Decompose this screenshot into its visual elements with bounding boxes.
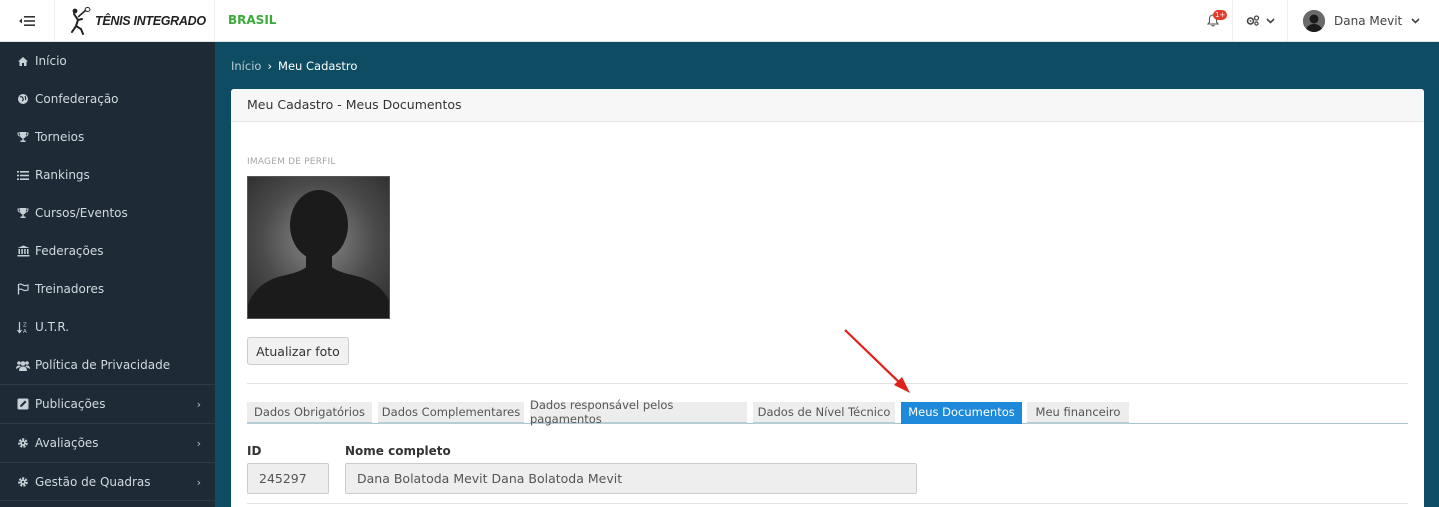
sidebar-item-label: Federações xyxy=(35,244,104,258)
edit-icon xyxy=(16,397,30,411)
flag-icon xyxy=(16,282,30,296)
sidebar-item-label: Avaliações xyxy=(35,436,99,450)
gear-icon xyxy=(16,436,30,450)
sidebar-item-avaliacoes[interactable]: Avaliações › xyxy=(0,424,215,462)
sidebar: Início Confederação Torneios Rankings Cu… xyxy=(0,42,215,507)
trophy-icon xyxy=(16,206,30,220)
top-bar: TÊNIS INTEGRADO BRASIL 1+ Dana Mevit xyxy=(0,0,1439,42)
breadcrumb-separator: › xyxy=(267,59,273,73)
trophy-icon xyxy=(16,130,30,144)
settings-dropdown[interactable] xyxy=(1232,0,1288,41)
breadcrumb-current: Meu Cadastro xyxy=(278,59,358,73)
profile-card: Meu Cadastro - Meus Documentos IMAGEM DE… xyxy=(231,89,1424,507)
sidebar-item-torneios[interactable]: Torneios xyxy=(0,118,215,156)
globe-icon xyxy=(16,92,30,106)
id-label: ID xyxy=(247,444,262,458)
tab-bar: Dados Obrigatórios Dados Complementares … xyxy=(247,398,1408,426)
full-name-field[interactable]: Dana Bolatoda Mevit Dana Bolatoda Mevit xyxy=(345,463,917,494)
tab-dados-obrigatorios[interactable]: Dados Obrigatórios xyxy=(247,402,372,424)
tennis-player-icon xyxy=(71,6,91,35)
sidebar-item-label: Rankings xyxy=(35,168,90,182)
full-name-label: Nome completo xyxy=(345,444,451,458)
tab-meus-documentos[interactable]: Meus Documentos xyxy=(901,402,1022,424)
chevron-right-icon: › xyxy=(196,436,201,450)
sidebar-item-cursos-eventos[interactable]: Cursos/Eventos xyxy=(0,194,215,232)
chevron-down-icon xyxy=(1265,17,1275,24)
institution-icon xyxy=(16,244,30,258)
breadcrumb-home-link[interactable]: Início xyxy=(231,59,261,73)
annotation-arrow-icon xyxy=(844,329,910,393)
avatar xyxy=(1303,9,1325,32)
sidebar-item-label: Treinadores xyxy=(35,282,105,296)
brand-logo[interactable]: TÊNIS INTEGRADO xyxy=(55,0,215,41)
sidebar-item-label: Política de Privacidade xyxy=(35,358,171,372)
country-label[interactable]: BRASIL xyxy=(228,13,276,27)
sidebar-item-label: Início xyxy=(35,54,67,68)
sidebar-item-rankings[interactable]: Rankings xyxy=(0,156,215,194)
page-title: Meu Cadastro - Meus Documentos xyxy=(231,89,1424,122)
gears-icon xyxy=(1246,15,1259,26)
sidebar-item-publicacoes[interactable]: Publicações › xyxy=(0,385,215,423)
divider xyxy=(247,503,1408,504)
gear-icon xyxy=(16,475,30,489)
sort-alpha-icon: ZA xyxy=(16,320,30,334)
tab-meu-financeiro[interactable]: Meu financeiro xyxy=(1027,402,1129,424)
divider xyxy=(247,383,1408,384)
id-field[interactable]: 245297 xyxy=(247,463,329,494)
sidebar-item-label: Torneios xyxy=(35,130,85,144)
svg-text:Z: Z xyxy=(23,322,27,328)
tab-dados-complementares[interactable]: Dados Complementares xyxy=(378,402,524,424)
sidebar-item-label: Cursos/Eventos xyxy=(35,206,128,220)
sidebar-item-gestao-quadras[interactable]: Gestão de Quadras › xyxy=(0,463,215,501)
menu-collapse-icon xyxy=(19,15,35,26)
sidebar-item-inicio[interactable]: Início xyxy=(0,42,215,80)
sidebar-item-federacoes[interactable]: Federações xyxy=(0,232,215,270)
users-icon xyxy=(16,358,30,372)
update-photo-button[interactable]: Atualizar foto xyxy=(247,337,349,365)
sidebar-item-utr[interactable]: ZA U.T.R. xyxy=(0,308,215,346)
sidebar-item-label: U.T.R. xyxy=(35,320,70,334)
chevron-right-icon: › xyxy=(196,397,201,411)
home-icon xyxy=(16,54,30,68)
profile-image xyxy=(247,176,390,319)
tab-dados-nivel-tecnico[interactable]: Dados de Nível Técnico xyxy=(753,402,895,424)
logo-text: TÊNIS INTEGRADO xyxy=(95,13,206,28)
sidebar-toggle-button[interactable] xyxy=(0,0,55,41)
notification-badge: 1+ xyxy=(1213,10,1228,20)
user-name: Dana Mevit xyxy=(1334,13,1403,28)
chevron-right-icon: › xyxy=(196,475,201,489)
tab-dados-responsavel-pagamentos[interactable]: Dados responsável pelos pagamentos xyxy=(530,398,747,426)
sidebar-item-politica-privacidade[interactable]: Política de Privacidade xyxy=(0,346,215,384)
sidebar-item-label: Gestão de Quadras xyxy=(35,475,151,489)
sidebar-item-label: Confederação xyxy=(35,92,119,106)
profile-image-label: IMAGEM DE PERFIL xyxy=(247,157,336,167)
sidebar-divider xyxy=(0,500,215,501)
sidebar-item-confederacao[interactable]: Confederação xyxy=(0,80,215,118)
user-menu[interactable]: Dana Mevit xyxy=(1288,0,1439,41)
notifications-button[interactable]: 1+ xyxy=(1198,0,1228,41)
list-icon xyxy=(16,168,30,182)
sidebar-item-label: Publicações xyxy=(35,397,106,411)
breadcrumb: Início › Meu Cadastro xyxy=(231,59,357,73)
sidebar-item-treinadores[interactable]: Treinadores xyxy=(0,270,215,308)
chevron-down-icon xyxy=(1411,17,1420,24)
svg-text:A: A xyxy=(23,329,27,334)
